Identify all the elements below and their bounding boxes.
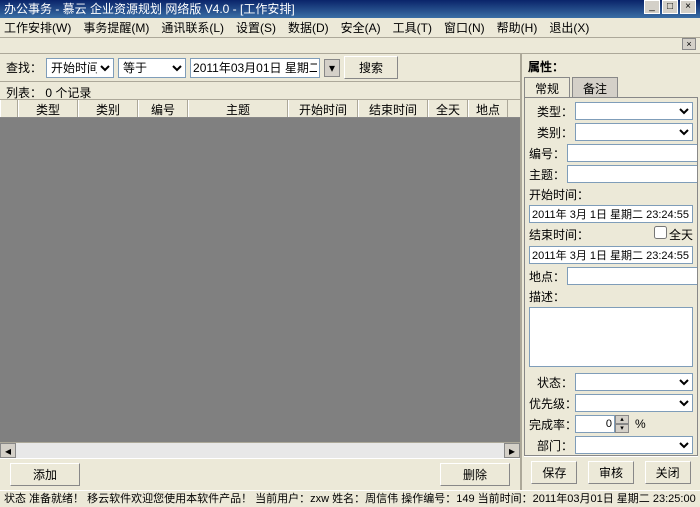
menu-item[interactable]: 通讯联系(L) — [161, 19, 224, 36]
save-button[interactable]: 保存 — [531, 461, 577, 484]
column-header[interactable]: 类型 — [18, 100, 78, 117]
horizontal-scrollbar[interactable]: ◂ ▸ — [0, 442, 520, 458]
add-button[interactable]: 添加 — [10, 463, 80, 486]
mdi-close-button[interactable]: × — [682, 38, 696, 50]
table-body: ◂ ▸ — [0, 118, 520, 458]
window-controls: _ □ × — [644, 0, 696, 18]
menu-item[interactable]: 工作安排(W) — [4, 19, 71, 36]
column-header[interactable]: 编号 — [138, 100, 188, 117]
menu-item[interactable]: 数据(D) — [288, 19, 329, 36]
menu-item[interactable]: 帮助(H) — [497, 19, 538, 36]
date-dropdown-icon[interactable]: ▾ — [324, 59, 340, 77]
number-input[interactable] — [567, 144, 698, 162]
spin-down-icon[interactable]: ▾ — [615, 424, 629, 433]
column-header[interactable] — [0, 100, 18, 117]
description-textarea[interactable] — [529, 307, 693, 367]
column-header[interactable]: 主题 — [188, 100, 288, 117]
menu-item[interactable]: 设置(S) — [236, 19, 276, 36]
search-label: 查找： — [6, 59, 42, 76]
search-button[interactable]: 搜索 — [344, 56, 398, 79]
status-select[interactable] — [575, 373, 693, 391]
minimize-button[interactable]: _ — [644, 0, 660, 14]
status-bar: 状态 准备就绪！ 移云软件欢迎您使用本软件产品！ 当前用户：zxw 姓名：周信伟… — [0, 490, 700, 507]
subject-input[interactable] — [567, 165, 698, 183]
property-panel: 类型： 类别： 编号： 主题： 开始时间： 结束时间：全天 地点： 描述： 状态… — [524, 97, 698, 456]
properties-title: 属性： — [524, 56, 698, 77]
menu-bar: 工作安排(W) 事务提醒(M) 通讯联系(L) 设置(S) 数据(D) 安全(A) 工具(T… — [0, 18, 700, 38]
start-time-input[interactable] — [529, 205, 693, 223]
close-button[interactable]: × — [680, 0, 696, 14]
window-titlebar: 办公事务 - 慕云 企业资源规划 网络版 V4.0 - [工作安排] _ □ × — [0, 0, 700, 18]
column-header[interactable]: 类别 — [78, 100, 138, 117]
end-time-input[interactable] — [529, 246, 693, 264]
search-bar: 查找： 开始时间 等于 ▾ 搜索 — [0, 54, 520, 82]
window-title: 办公事务 - 慕云 企业资源规划 网络版 V4.0 - [工作安排] — [4, 0, 295, 18]
scroll-left-icon[interactable]: ◂ — [0, 443, 16, 458]
mdi-bar: × — [0, 38, 700, 54]
menu-item[interactable]: 安全(A) — [341, 19, 381, 36]
location-input[interactable] — [567, 267, 698, 285]
table-header: 类型类别编号主题开始时间结束时间全天地点 — [0, 100, 520, 118]
maximize-button[interactable]: □ — [662, 0, 678, 14]
spin-up-icon[interactable]: ▴ — [615, 415, 629, 424]
column-header[interactable]: 地点 — [468, 100, 508, 117]
list-count-label: 列表： 0 个记录 — [0, 82, 520, 100]
scroll-right-icon[interactable]: ▸ — [504, 443, 520, 458]
column-header[interactable]: 结束时间 — [358, 100, 428, 117]
menu-item[interactable]: 窗口(N) — [444, 19, 485, 36]
close-panel-button[interactable]: 关闭 — [645, 461, 691, 484]
search-field-select[interactable]: 开始时间 — [46, 58, 114, 78]
column-header[interactable]: 开始时间 — [288, 100, 358, 117]
dept-select[interactable] — [575, 436, 693, 454]
column-header[interactable]: 全天 — [428, 100, 468, 117]
menu-item[interactable]: 退出(X) — [549, 19, 589, 36]
menu-item[interactable]: 工具(T) — [393, 19, 432, 36]
search-op-select[interactable]: 等于 — [118, 58, 186, 78]
delete-button[interactable]: 删除 — [440, 463, 510, 486]
priority-select[interactable] — [575, 394, 693, 412]
menu-item[interactable]: 事务提醒(M) — [83, 19, 149, 36]
search-date-input[interactable] — [190, 58, 320, 78]
category-select[interactable] — [575, 123, 693, 141]
audit-button[interactable]: 审核 — [588, 461, 634, 484]
allday-checkbox[interactable] — [654, 226, 667, 239]
tab-general[interactable]: 常规 — [524, 77, 570, 97]
tab-remark[interactable]: 备注 — [572, 77, 618, 97]
type-select[interactable] — [575, 102, 693, 120]
completion-spinner[interactable]: ▴▾ — [575, 415, 629, 433]
property-tabs: 常规 备注 — [524, 77, 698, 97]
